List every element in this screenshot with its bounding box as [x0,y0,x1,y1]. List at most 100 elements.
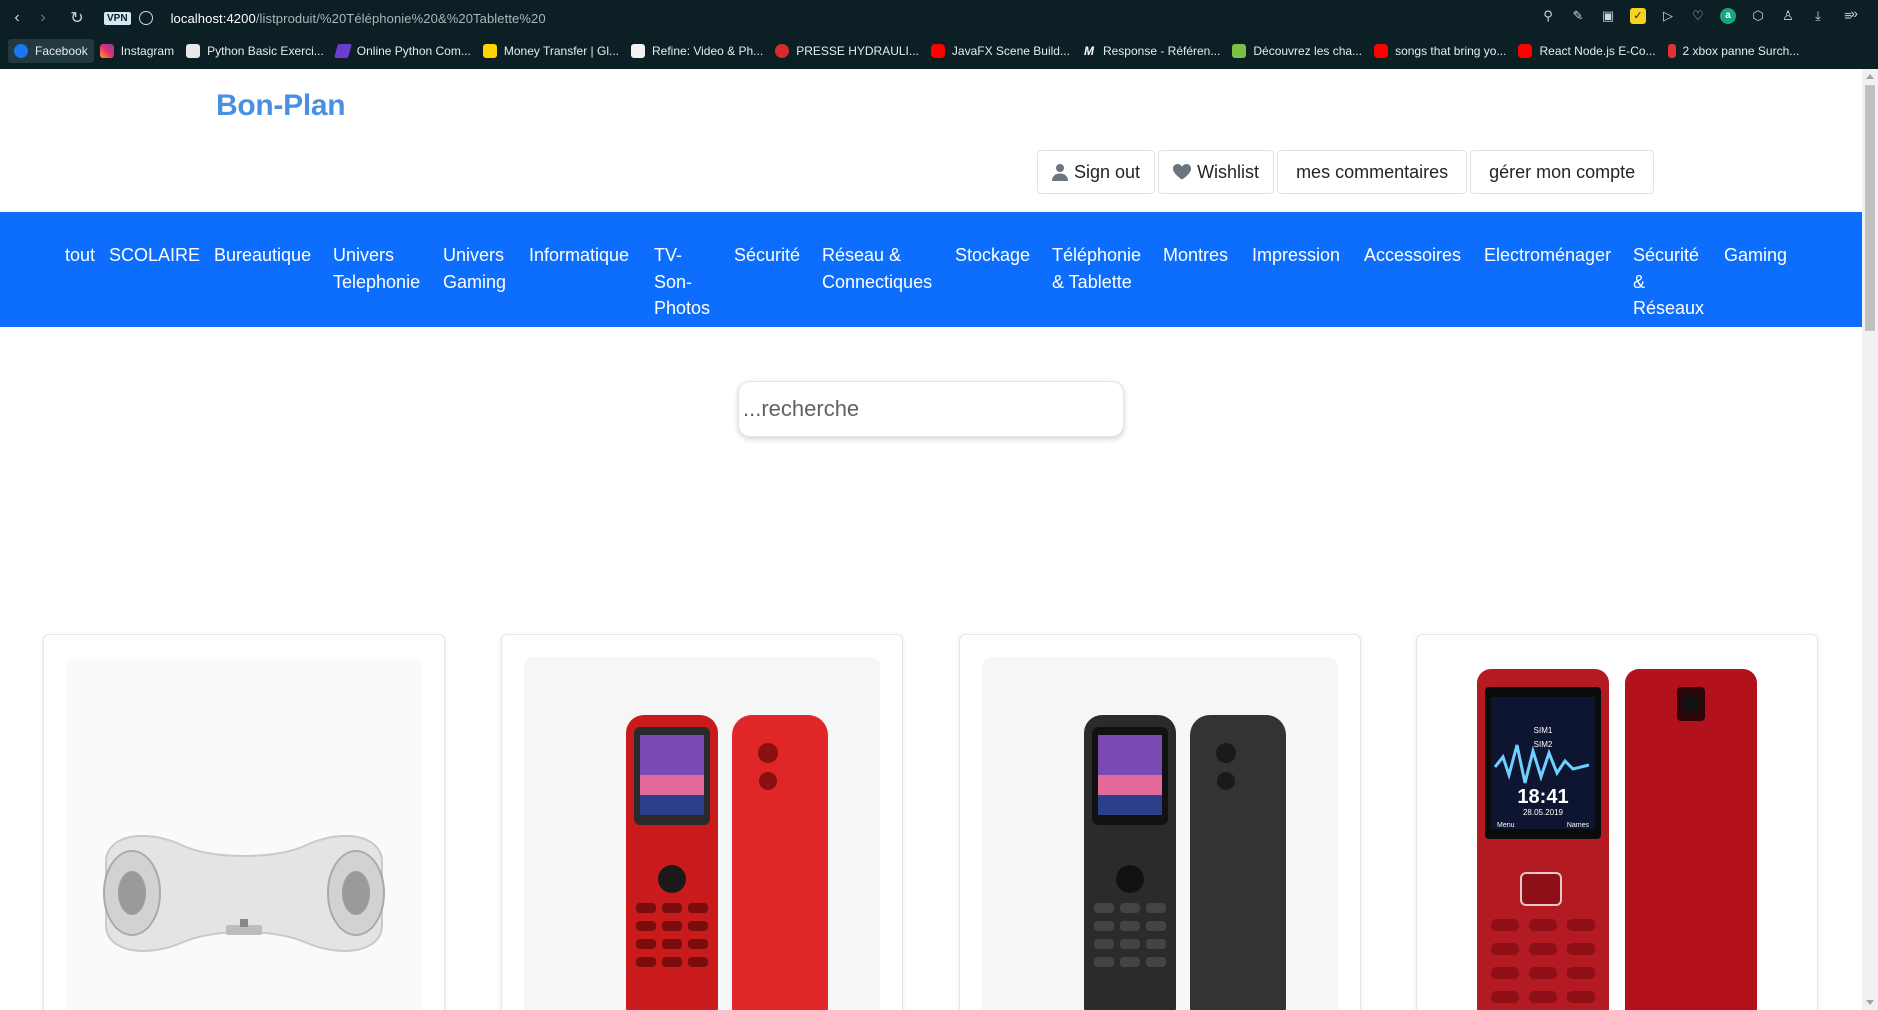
bookmark-label: Response - Référen... [1102,44,1221,58]
m-icon: M [1083,44,1094,58]
bookmark-item[interactable]: M Response - Référen... [1076,39,1226,63]
zoom-icon[interactable]: ⚲ [1540,8,1556,24]
my-comments-button[interactable]: mes commentaires [1277,150,1468,194]
category-link[interactable]: TV-Son-Photos [654,242,716,322]
scroll-thumb[interactable] [1865,85,1875,331]
youtube-icon [1374,44,1389,58]
bookmark-label: Money Transfer | Gl... [503,44,619,58]
category-nav: tout SCOLAIRE Bureautique Univers Telephoni… [0,212,1862,327]
category-link[interactable]: Sécurité [734,242,824,269]
product-image[interactable] [66,657,422,1010]
facebook-icon [14,44,28,58]
phone-left-softkey: Menu [1497,822,1515,829]
site-logo[interactable]: Bon-Plan [216,89,346,123]
python-icon [186,44,201,58]
bookmark-item[interactable]: songs that bring yo... [1368,39,1512,63]
youtube-icon [1518,44,1533,58]
bookmark-label: Online Python Com... [356,44,471,58]
extension-icon[interactable]: a [1720,8,1736,24]
bookmark-item[interactable]: JavaFX Scene Build... [925,39,1076,63]
vpn-badge[interactable]: VPN [104,11,131,25]
address-row: ‹ › ↻ VPN localhost:4200/listproduit/%20… [0,0,1878,36]
bookmark-item[interactable]: Python Basic Exerci... [180,39,330,63]
comments-label: mes commentaires [1296,161,1449,182]
product-image[interactable] [982,657,1338,1010]
profile-icon[interactable]: ♙ [1780,8,1796,24]
category-link[interactable]: Stockage [955,242,1045,269]
bookmarks-bar: Facebook Instagram Python Basic Exerci... O… [0,36,1878,66]
phone-sim1-text: SIM1 [1534,726,1553,735]
search-placeholder: ...recherche [743,396,860,421]
heart-icon[interactable]: ♡ [1690,8,1706,24]
category-link[interactable]: Téléphonie & Tablette [1052,242,1152,295]
user-icon [1052,164,1068,181]
scroll-up-arrow[interactable] [1866,74,1874,79]
edit-icon[interactable]: ✎ [1570,8,1586,24]
bookmark-label: songs that bring yo... [1395,44,1507,58]
shield-icon[interactable]: ✓ [1630,8,1646,24]
product-card[interactable] [501,634,903,1010]
bookmark-item[interactable]: Online Python Com... [330,39,477,63]
sign-out-label: Sign out [1074,161,1141,182]
bookmark-label: Refine: Video & Ph... [652,44,764,58]
category-link[interactable]: Informatique [529,242,649,269]
category-link[interactable]: Réseau & Connectiques [822,242,942,295]
bookmark-item[interactable]: Facebook [8,39,94,63]
bookmark-item[interactable]: 2 xbox panne Surch... [1662,39,1806,63]
bookmark-item[interactable]: Instagram [94,39,180,63]
product-image[interactable]: SIM1 SIM2 18:41 28.05.2019 Menu Names [1439,657,1795,1010]
product-card[interactable] [959,634,1361,1010]
product-card[interactable] [43,634,445,1010]
reload-icon[interactable]: ↻ [64,5,90,31]
category-link[interactable]: Accessoires [1364,242,1472,269]
bookmark-label: React Node.js E-Co... [1539,44,1656,58]
red-feature-phone-image [524,657,880,1010]
page-scrollbar[interactable] [1862,69,1878,1010]
product-image[interactable] [524,657,880,1010]
globe-icon [138,11,153,25]
western-union-icon [482,44,497,58]
bookmark-label: 2 xbox panne Surch... [1682,44,1800,58]
category-link[interactable]: Impression [1252,242,1362,269]
forward-button[interactable]: › [30,5,56,31]
manage-account-button[interactable]: gérer mon compte [1470,150,1655,194]
sign-out-button[interactable]: Sign out [1037,150,1156,194]
category-link[interactable]: SCOLAIRE [109,242,200,269]
tool-icon [1667,44,1676,58]
search-input[interactable]: ...recherche [738,381,1124,437]
product-card[interactable]: SIM1 SIM2 18:41 28.05.2019 Menu Names [1416,634,1818,1010]
url-bar[interactable]: localhost:4200/listproduit/%20Téléphonie… [171,11,546,26]
black-feature-phone-image [982,657,1338,1010]
category-link[interactable]: Univers Gaming [443,242,525,295]
category-link[interactable]: Montres [1163,242,1243,269]
category-link[interactable]: Electroménager [1484,242,1624,269]
speaker-dock-image [66,657,422,1010]
manage-label: gérer mon compte [1489,161,1636,182]
category-link[interactable]: Sécurité & Réseaux [1633,242,1704,322]
youtube-icon [930,44,945,58]
camera-icon[interactable]: ▣ [1600,8,1616,24]
web-page: Bon-Plan Sign out Wishlist mes commentai… [0,69,1862,1010]
bookmark-label: Découvrez les cha... [1253,44,1363,58]
instagram-icon [99,44,114,58]
scroll-down-arrow[interactable] [1866,1000,1874,1005]
phone-date-text: 28.05.2019 [1523,808,1564,817]
bookmark-item[interactable]: Découvrez les cha... [1226,39,1368,63]
bookmarks-overflow-icon[interactable]: » [1850,5,1858,21]
category-link[interactable]: Univers Telephonie [333,242,429,295]
back-button[interactable]: ‹ [4,5,30,31]
green-icon [1232,44,1247,58]
bookmark-item[interactable]: PRESSE HYDRAULI... [769,39,925,63]
bookmark-label: Python Basic Exerci... [207,44,324,58]
phone-clock-text: 18:41 [1517,786,1568,808]
cube-icon[interactable]: ⬡ [1750,8,1766,24]
download-icon[interactable]: ⤓ [1810,8,1826,24]
send-icon[interactable]: ▷ [1660,8,1676,24]
wishlist-button[interactable]: Wishlist [1158,150,1275,194]
bookmark-item[interactable]: React Node.js E-Co... [1512,39,1661,63]
category-link[interactable]: Gaming [1724,242,1804,269]
bookmark-label: JavaFX Scene Build... [951,44,1070,58]
bookmark-item[interactable]: Refine: Video & Ph... [625,39,769,63]
category-link[interactable]: Bureautique [214,242,324,269]
bookmark-item[interactable]: Money Transfer | Gl... [477,39,625,63]
